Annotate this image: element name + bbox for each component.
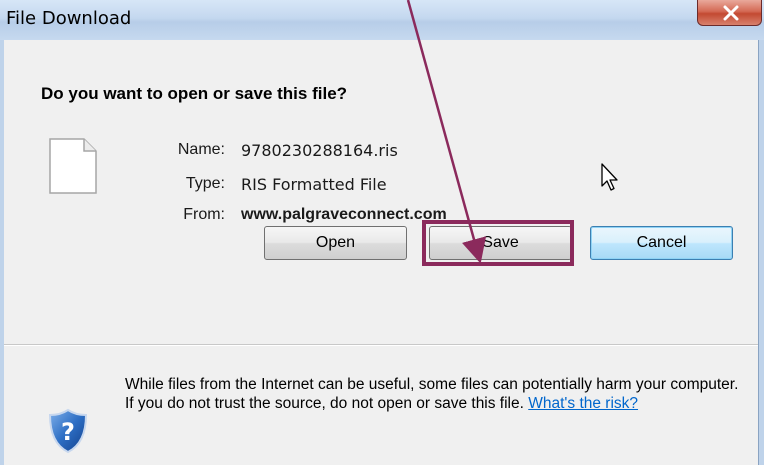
svg-text:?: ? [61,418,75,446]
open-button[interactable]: Open [264,226,407,260]
from-label: From: [183,206,225,223]
close-button[interactable] [697,0,762,26]
type-label: Type: [185,175,225,192]
file-source-value: www.palgraveconnect.com [241,206,447,223]
file-download-dialog: File Download Do you want to open or sav… [0,0,764,465]
window-frame-right [758,40,764,465]
file-type-value: RIS Formatted File [241,175,387,194]
title-bar[interactable]: File Download [0,0,764,40]
window-title: File Download [6,8,132,29]
dialog-body: Do you want to open or save this file? N… [4,40,758,465]
close-icon [723,5,739,21]
security-warning: While files from the Internet can be use… [125,375,745,413]
whats-the-risk-link[interactable]: What's the risk? [528,395,638,412]
security-warning-text: While files from the Internet can be use… [125,376,739,412]
name-label: Name: [177,141,225,158]
mouse-pointer-icon [600,162,622,199]
cancel-button[interactable]: Cancel [590,226,733,260]
dialog-separator [4,344,758,346]
save-button-highlight [422,220,574,266]
dialog-question: Do you want to open or save this file? [41,84,348,103]
file-icon [48,137,98,200]
file-name-value: 9780230288164.ris [241,141,398,160]
shield-question-icon: ? [48,408,88,459]
